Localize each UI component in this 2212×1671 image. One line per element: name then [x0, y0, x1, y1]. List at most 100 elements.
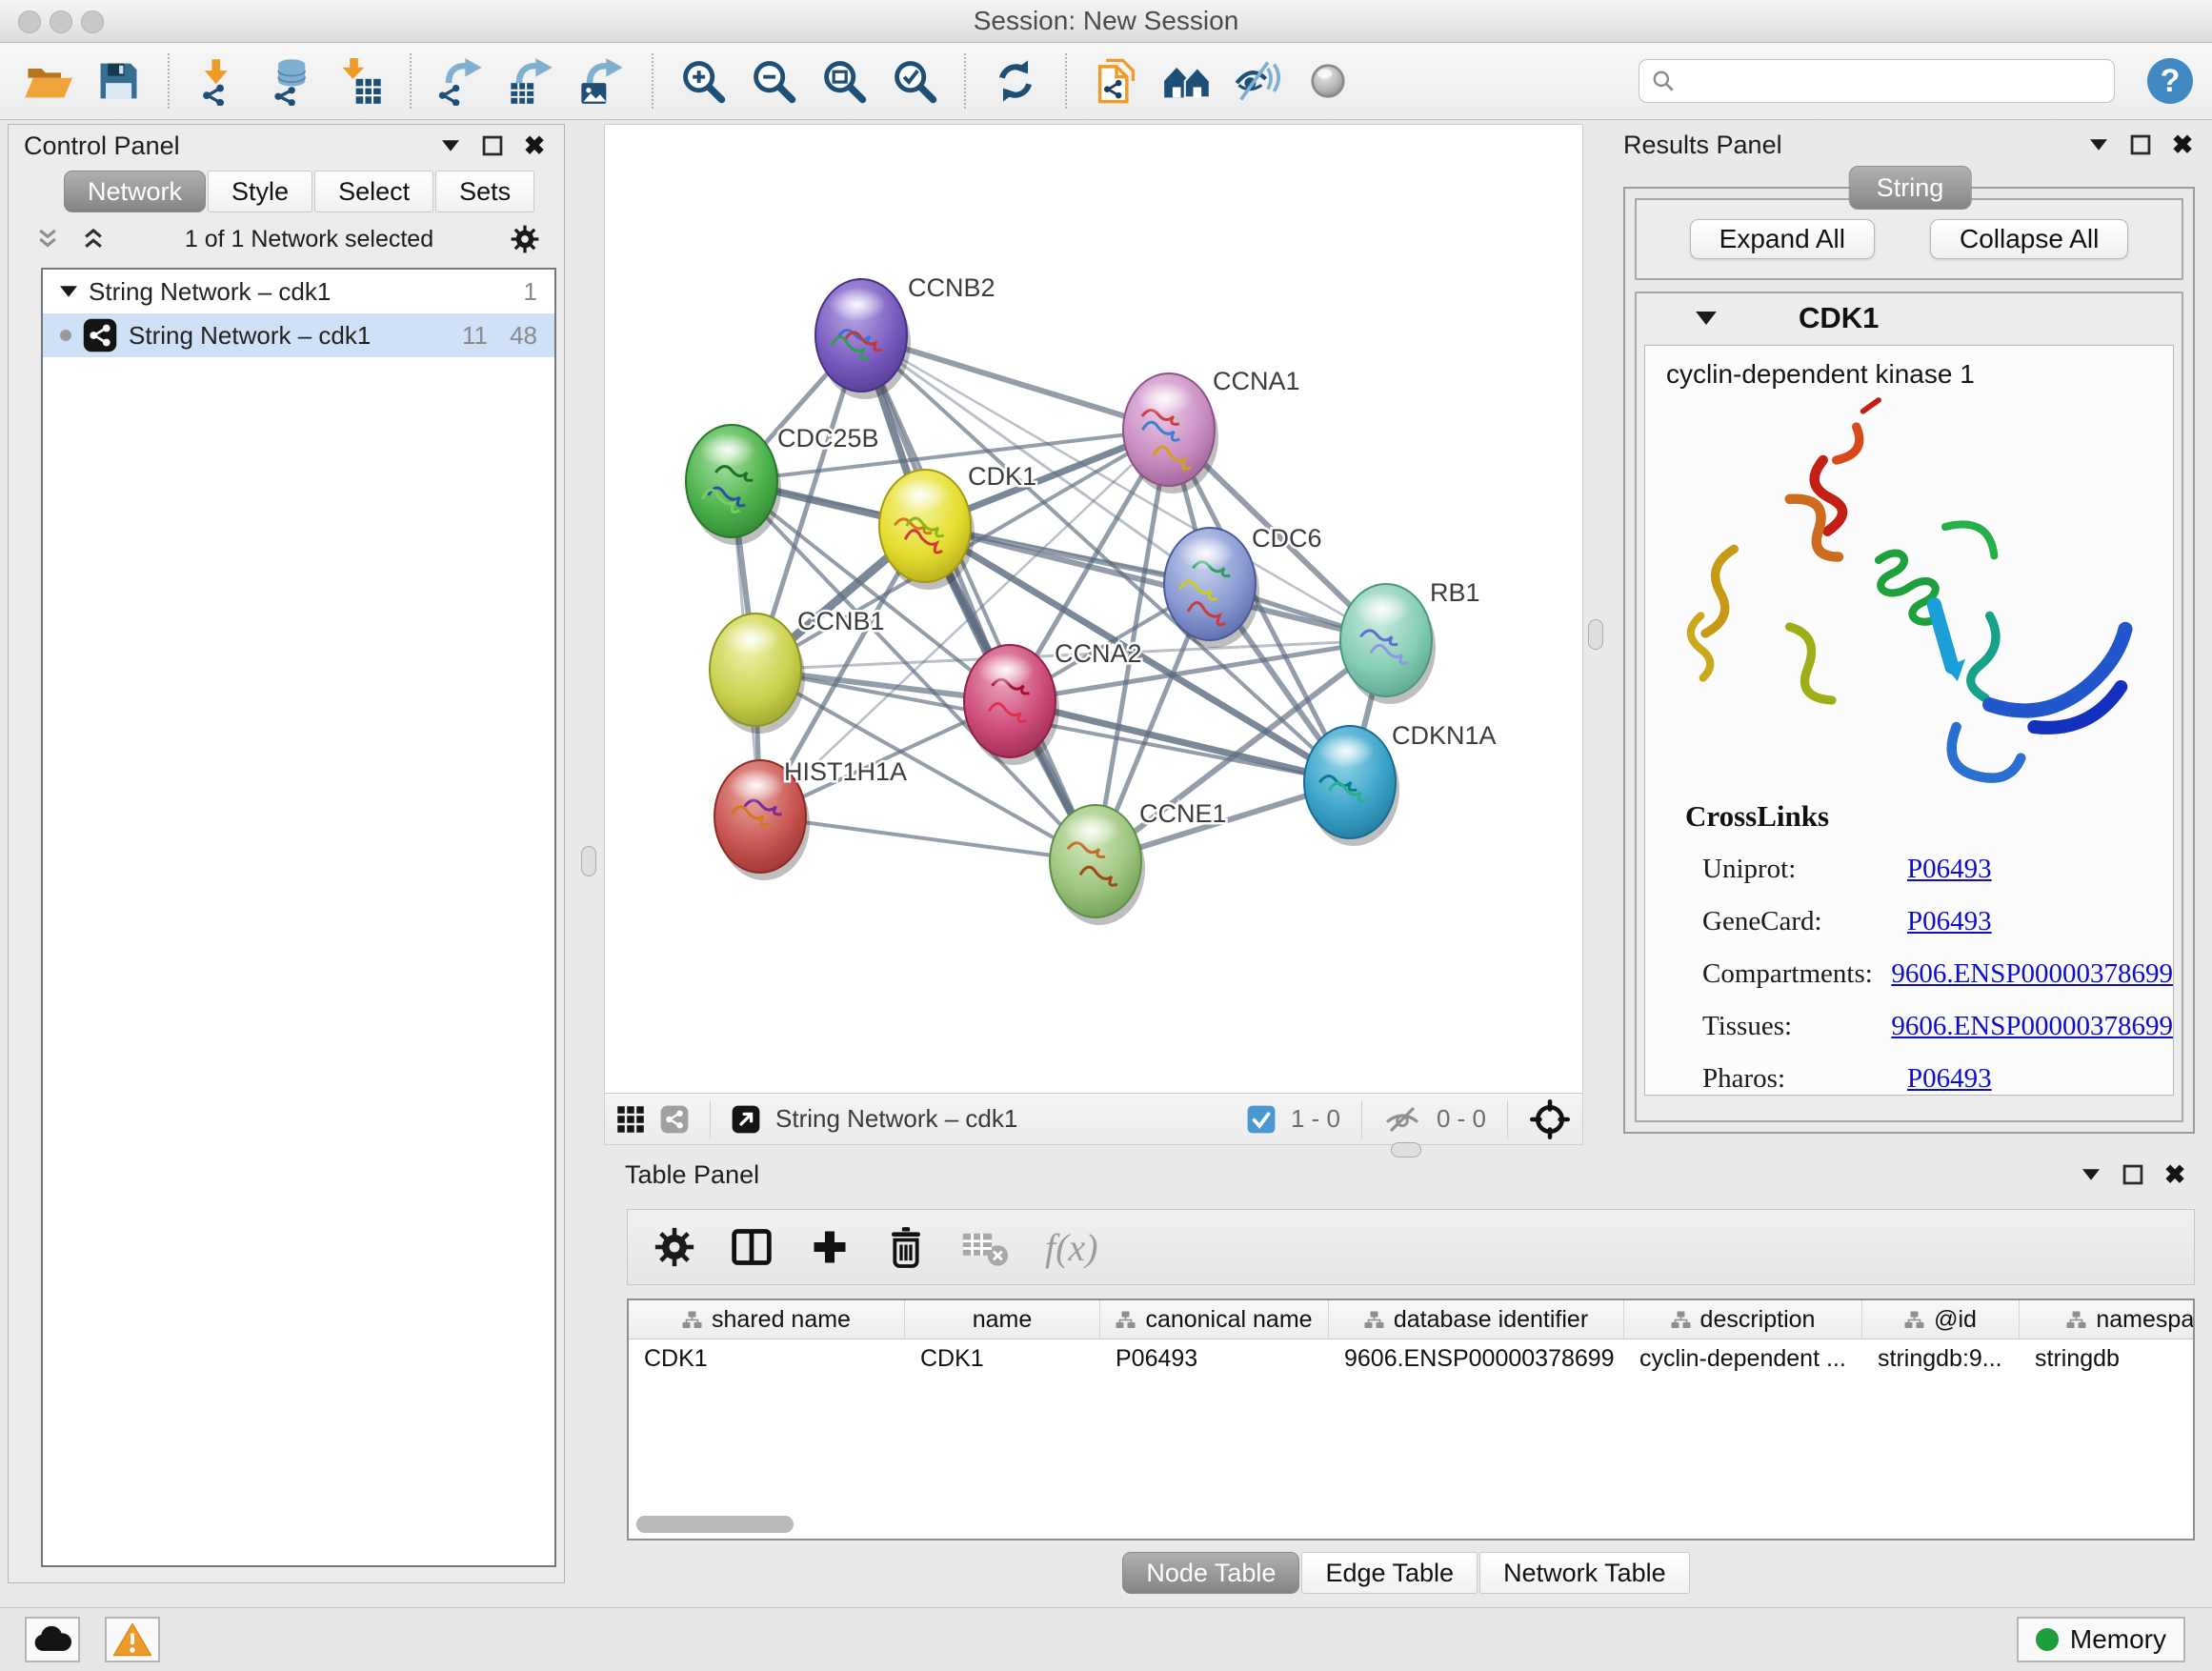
section-expander-icon[interactable]	[1696, 312, 1717, 325]
column-header-canonical-name[interactable]: canonical name	[1100, 1300, 1329, 1339]
network-options-gear-button[interactable]	[511, 225, 539, 253]
close-window-button[interactable]	[18, 10, 41, 33]
add-column-button[interactable]	[809, 1226, 851, 1268]
tab-style[interactable]: Style	[208, 171, 312, 212]
network-node-CDK1[interactable]	[879, 470, 975, 590]
grid-view-button[interactable]	[616, 1105, 645, 1134]
detach-view-button[interactable]	[732, 1105, 760, 1134]
tab-sets[interactable]: Sets	[435, 171, 534, 212]
collapse-all-networks-button[interactable]	[33, 225, 62, 253]
delete-column-button[interactable]	[887, 1226, 925, 1268]
table-cell[interactable]: stringdb:9...	[1862, 1339, 2020, 1378]
panel-menu-button[interactable]	[436, 131, 465, 160]
zoom-selected-button[interactable]	[886, 51, 943, 111]
network-node-CDKN1A[interactable]	[1304, 726, 1399, 846]
tab-string[interactable]: String	[1849, 166, 1972, 210]
collapse-all-button[interactable]: Collapse All	[1930, 219, 2128, 259]
table-cell[interactable]: stringdb	[2020, 1339, 2195, 1378]
show-glass-button[interactable]	[1299, 51, 1357, 111]
network-row-selected[interactable]: String Network – cdk1 11 48	[43, 313, 554, 357]
crosslink-link[interactable]: 9606.ENSP00000378699	[1891, 958, 2173, 990]
panel-float-button[interactable]	[2126, 131, 2155, 159]
table-cell[interactable]: CDK1	[905, 1339, 1100, 1378]
zoom-out-button[interactable]	[745, 51, 802, 111]
column-header-database-identifier[interactable]: database identifier	[1329, 1300, 1624, 1339]
center-view-button[interactable]	[1529, 1098, 1571, 1140]
tab-node-table[interactable]: Node Table	[1122, 1552, 1299, 1594]
network-node-CDC6[interactable]	[1164, 528, 1259, 648]
column-header-namespace[interactable]: namespace	[2020, 1300, 2195, 1339]
search-input[interactable]	[1683, 66, 2102, 97]
table-cell[interactable]: P06493	[1100, 1339, 1329, 1378]
right-splitter-handle[interactable]	[1588, 619, 1603, 650]
expand-all-networks-button[interactable]	[79, 225, 108, 253]
panel-close-button[interactable]: ✖	[2161, 1160, 2189, 1189]
show-columns-button[interactable]	[731, 1226, 773, 1268]
panel-menu-button[interactable]	[2084, 131, 2113, 159]
column-header-shared-name[interactable]: shared name	[629, 1300, 905, 1339]
horizontal-scrollbar-thumb[interactable]	[636, 1516, 794, 1533]
network-edge-HIST1H1A-CCNE1[interactable]	[760, 816, 1096, 861]
network-view-share-button[interactable]	[660, 1105, 689, 1134]
selected-checkbox-icon[interactable]	[1247, 1105, 1276, 1134]
left-splitter-handle[interactable]	[581, 846, 596, 876]
save-session-button[interactable]	[90, 51, 147, 111]
panel-menu-button[interactable]	[2077, 1160, 2105, 1189]
search-field[interactable]	[1639, 59, 2115, 103]
network-node-CCNE1[interactable]	[1050, 805, 1145, 925]
cloud-status-button[interactable]	[25, 1617, 80, 1662]
zoom-window-button[interactable]	[81, 10, 104, 33]
update-networks-button[interactable]	[987, 51, 1044, 111]
zoom-fit-button[interactable]	[815, 51, 873, 111]
column-header--id[interactable]: @id	[1862, 1300, 2020, 1339]
warnings-button[interactable]	[105, 1617, 160, 1662]
table-cell[interactable]: cyclin-dependent ...	[1624, 1339, 1862, 1378]
import-network-database-button[interactable]	[261, 51, 318, 111]
tab-network-table[interactable]: Network Table	[1479, 1552, 1690, 1594]
hidden-eye-icon[interactable]	[1383, 1105, 1421, 1134]
table-cell[interactable]: 9606.ENSP00000378699	[1329, 1339, 1624, 1378]
network-node-CCNB2[interactable]	[815, 279, 911, 399]
panel-close-button[interactable]: ✖	[2168, 131, 2197, 159]
bottom-splitter-handle[interactable]	[1391, 1142, 1421, 1158]
network-node-CCNB1[interactable]	[710, 614, 805, 734]
zoom-in-button[interactable]	[674, 51, 732, 111]
network-node-CCNA2[interactable]	[964, 645, 1059, 765]
table-row[interactable]: CDK1CDK1P064939606.ENSP00000378699cyclin…	[629, 1339, 2193, 1378]
export-network-button[interactable]	[432, 51, 490, 111]
network-node-RB1[interactable]	[1340, 584, 1436, 704]
panel-float-button[interactable]	[478, 131, 507, 160]
tab-network[interactable]: Network	[64, 171, 206, 212]
network-node-CCNA1[interactable]	[1123, 373, 1218, 493]
panel-float-button[interactable]	[2119, 1160, 2147, 1189]
import-table-button[interactable]	[332, 51, 389, 111]
tab-edge-table[interactable]: Edge Table	[1301, 1552, 1478, 1594]
network-canvas[interactable]: CCNB2CCNA1CDC25BCDK1CDC6RB1CCNB1CCNA2CDK…	[605, 125, 1582, 1093]
export-image-button[interactable]	[573, 51, 631, 111]
help-button[interactable]: ?	[2147, 58, 2193, 104]
crosslink-link[interactable]: 9606.ENSP00000378699	[1891, 1011, 2173, 1042]
memory-button[interactable]: Memory	[2017, 1617, 2185, 1662]
export-table-button[interactable]	[503, 51, 560, 111]
column-header-name[interactable]: name	[905, 1300, 1100, 1339]
import-network-file-button[interactable]	[191, 51, 248, 111]
panel-close-button[interactable]: ✖	[520, 131, 549, 160]
column-header-description[interactable]: description	[1624, 1300, 1862, 1339]
table-cell[interactable]: CDK1	[629, 1339, 905, 1378]
tab-select[interactable]: Select	[314, 171, 433, 212]
protein-section-header[interactable]: CDK1	[1637, 293, 2182, 343]
collection-expander-icon[interactable]	[60, 286, 77, 297]
hide-glass-button[interactable]	[1229, 51, 1286, 111]
minimize-window-button[interactable]	[50, 10, 72, 33]
home-button[interactable]	[1158, 51, 1216, 111]
crosslink-link[interactable]: P06493	[1907, 854, 1992, 885]
crosslink-link[interactable]: P06493	[1907, 1063, 1992, 1095]
expand-all-button[interactable]: Expand All	[1690, 219, 1875, 259]
control-panel: Control Panel ✖ NetworkStyleSelectSets 1…	[8, 124, 565, 1583]
network-collection-row[interactable]: String Network – cdk1 1	[43, 270, 554, 313]
network-from-file-button[interactable]	[1088, 51, 1145, 111]
open-session-button[interactable]	[19, 51, 76, 111]
protein-structure-image	[1645, 393, 2174, 794]
table-options-gear-button[interactable]	[654, 1227, 694, 1267]
crosslink-link[interactable]: P06493	[1907, 906, 1992, 937]
